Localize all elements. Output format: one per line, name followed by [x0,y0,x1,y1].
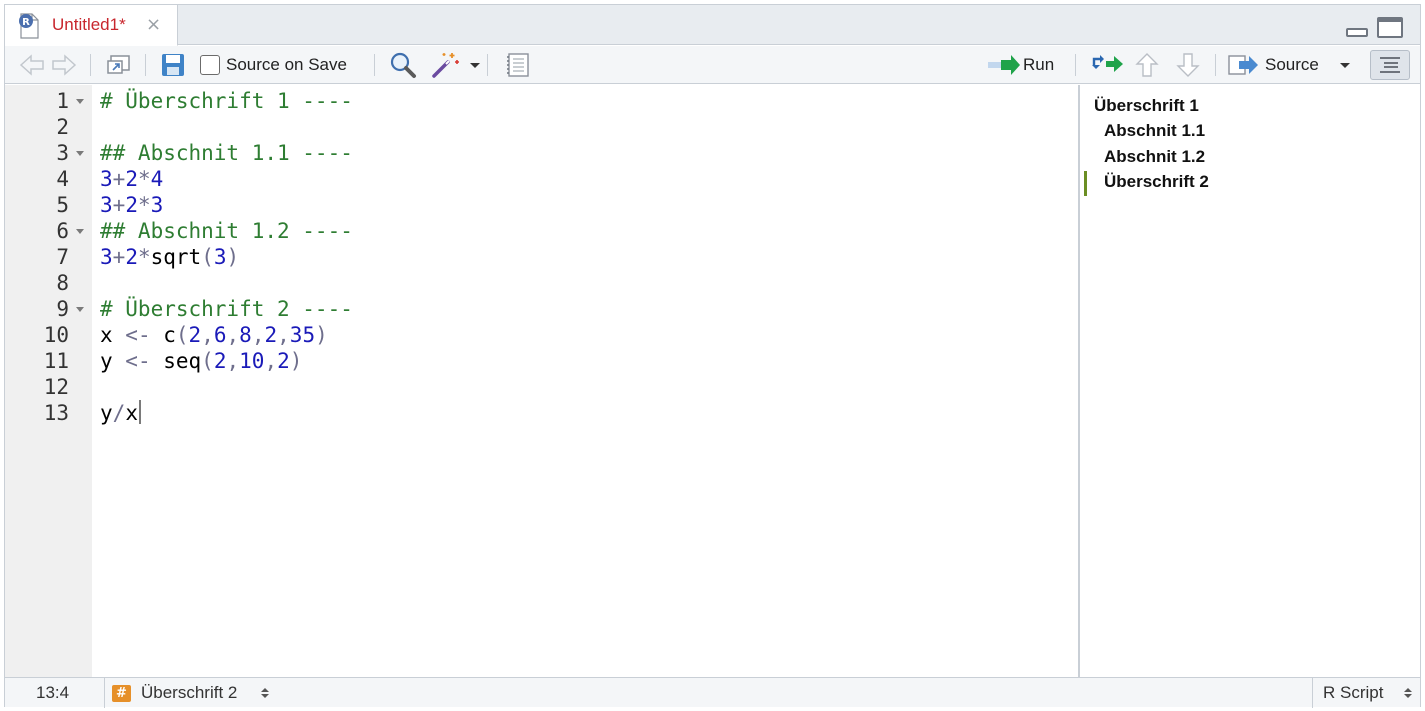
document-outline: Überschrift 1 Abschnit 1.1 Abschnit 1.2 … [1080,85,1420,677]
show-in-window-button[interactable] [105,46,133,84]
editor-toolbar: Source on Save Run Source [5,46,1420,84]
magic-wand-icon [432,53,459,78]
forward-arrow-icon [52,54,77,76]
status-bar: 13:4 # Überschrift 2 R Script [5,677,1420,708]
line-number: 2 [56,115,69,139]
save-icon [162,54,184,76]
code-line[interactable]: 3+2*3 [100,192,163,218]
line-number: 6 [56,219,69,243]
outline-item-ueberschrift-1[interactable]: Überschrift 1 [1094,96,1199,116]
rerun-button[interactable] [1090,46,1124,84]
chevron-down-icon [470,62,480,68]
go-to-next-section-button[interactable] [1176,46,1200,84]
arrow-up-icon [1135,53,1159,77]
r-file-icon: R [19,13,39,39]
updown-chevron-icon[interactable] [260,686,270,700]
line-number: 10 [43,323,69,347]
updown-chevron-icon[interactable] [1403,686,1413,700]
forward-button[interactable] [49,46,77,84]
line-number: 5 [56,193,69,217]
source-on-save-checkbox[interactable]: Source on Save [200,46,347,84]
line-number: 7 [56,245,69,269]
fold-toggle-icon[interactable] [76,229,84,234]
code-editor[interactable]: 1 2 3 4 5 6 7 8 9 10 11 12 13 # Überschr… [5,85,1078,677]
source-label: Source [1265,55,1319,74]
line-number: 4 [56,167,69,191]
line-number: 13 [43,401,69,425]
chevron-down-icon [1340,62,1350,68]
run-label: Run [1023,55,1055,74]
code-line[interactable]: 3+2*4 [100,166,163,192]
run-button[interactable]: Run [987,46,1054,84]
back-button[interactable] [19,46,47,84]
tab-title: Untitled1* [52,15,126,34]
compile-report-button[interactable] [505,46,531,84]
save-button[interactable] [160,46,186,84]
active-section-marker [1084,171,1087,196]
magnifier-icon [390,52,416,78]
checkbox-box[interactable] [200,55,220,75]
arrow-down-icon [1176,53,1200,77]
editor-window: R Untitled1* × Source on Save Run Source… [4,4,1421,708]
outline-item-abschnit-1-2[interactable]: Abschnit 1.2 [1104,147,1205,167]
code-line[interactable]: # Überschrift 1 ---- [100,88,353,114]
back-arrow-icon [19,54,44,76]
section-navigator-label[interactable]: Überschrift 2 [141,683,237,703]
line-number: 1 [56,89,69,113]
show-document-outline-button[interactable] [1370,50,1410,80]
code-line[interactable]: ## Abschnit 1.2 ---- [100,218,353,244]
svg-text:R: R [22,17,30,28]
close-icon[interactable]: × [146,14,161,35]
code-line[interactable]: x <- c(2,6,8,2,35) [100,322,328,348]
fold-toggle-icon[interactable] [76,151,84,156]
tab-untitled1[interactable]: R Untitled1* × [5,5,178,46]
source-button[interactable]: Source [1227,46,1319,84]
tab-bar: R Untitled1* × [5,5,1420,46]
run-arrow-icon [988,55,1020,75]
outline-icon [1380,57,1400,73]
fold-toggle-icon[interactable] [76,99,84,104]
find-replace-button[interactable] [389,46,417,84]
go-to-previous-section-button[interactable] [1135,46,1159,84]
fold-toggle-icon[interactable] [76,307,84,312]
source-on-save-label: Source on Save [226,55,347,74]
source-icon [1228,55,1258,75]
code-line[interactable]: y <- seq(2,10,2) [100,348,302,374]
code-line[interactable]: # Überschrift 2 ---- [100,296,353,322]
code-line[interactable]: 3+2*sqrt(3) [100,244,239,270]
section-hash-icon: # [112,685,131,702]
source-options-dropdown[interactable] [1340,46,1350,84]
maximize-pane-icon[interactable] [1377,17,1403,38]
notebook-icon [507,53,529,77]
text-cursor [138,400,141,424]
line-number: 11 [43,349,69,373]
minimize-pane-icon[interactable] [1346,28,1368,37]
code-tools-button[interactable] [430,46,480,84]
outline-item-ueberschrift-2[interactable]: Überschrift 2 [1104,172,1209,192]
line-number: 12 [43,375,69,399]
code-line[interactable]: ## Abschnit 1.1 ---- [100,140,353,166]
rerun-icon [1092,55,1123,72]
line-number: 3 [56,141,69,165]
line-number: 8 [56,271,69,295]
cursor-position: 13:4 [36,683,70,702]
outline-item-abschnit-1-1[interactable]: Abschnit 1.1 [1104,121,1205,141]
code-line[interactable]: y/x [100,400,141,426]
line-number: 9 [56,297,69,321]
show-in-new-window-icon [107,55,130,74]
file-type-label[interactable]: R Script [1323,683,1383,703]
